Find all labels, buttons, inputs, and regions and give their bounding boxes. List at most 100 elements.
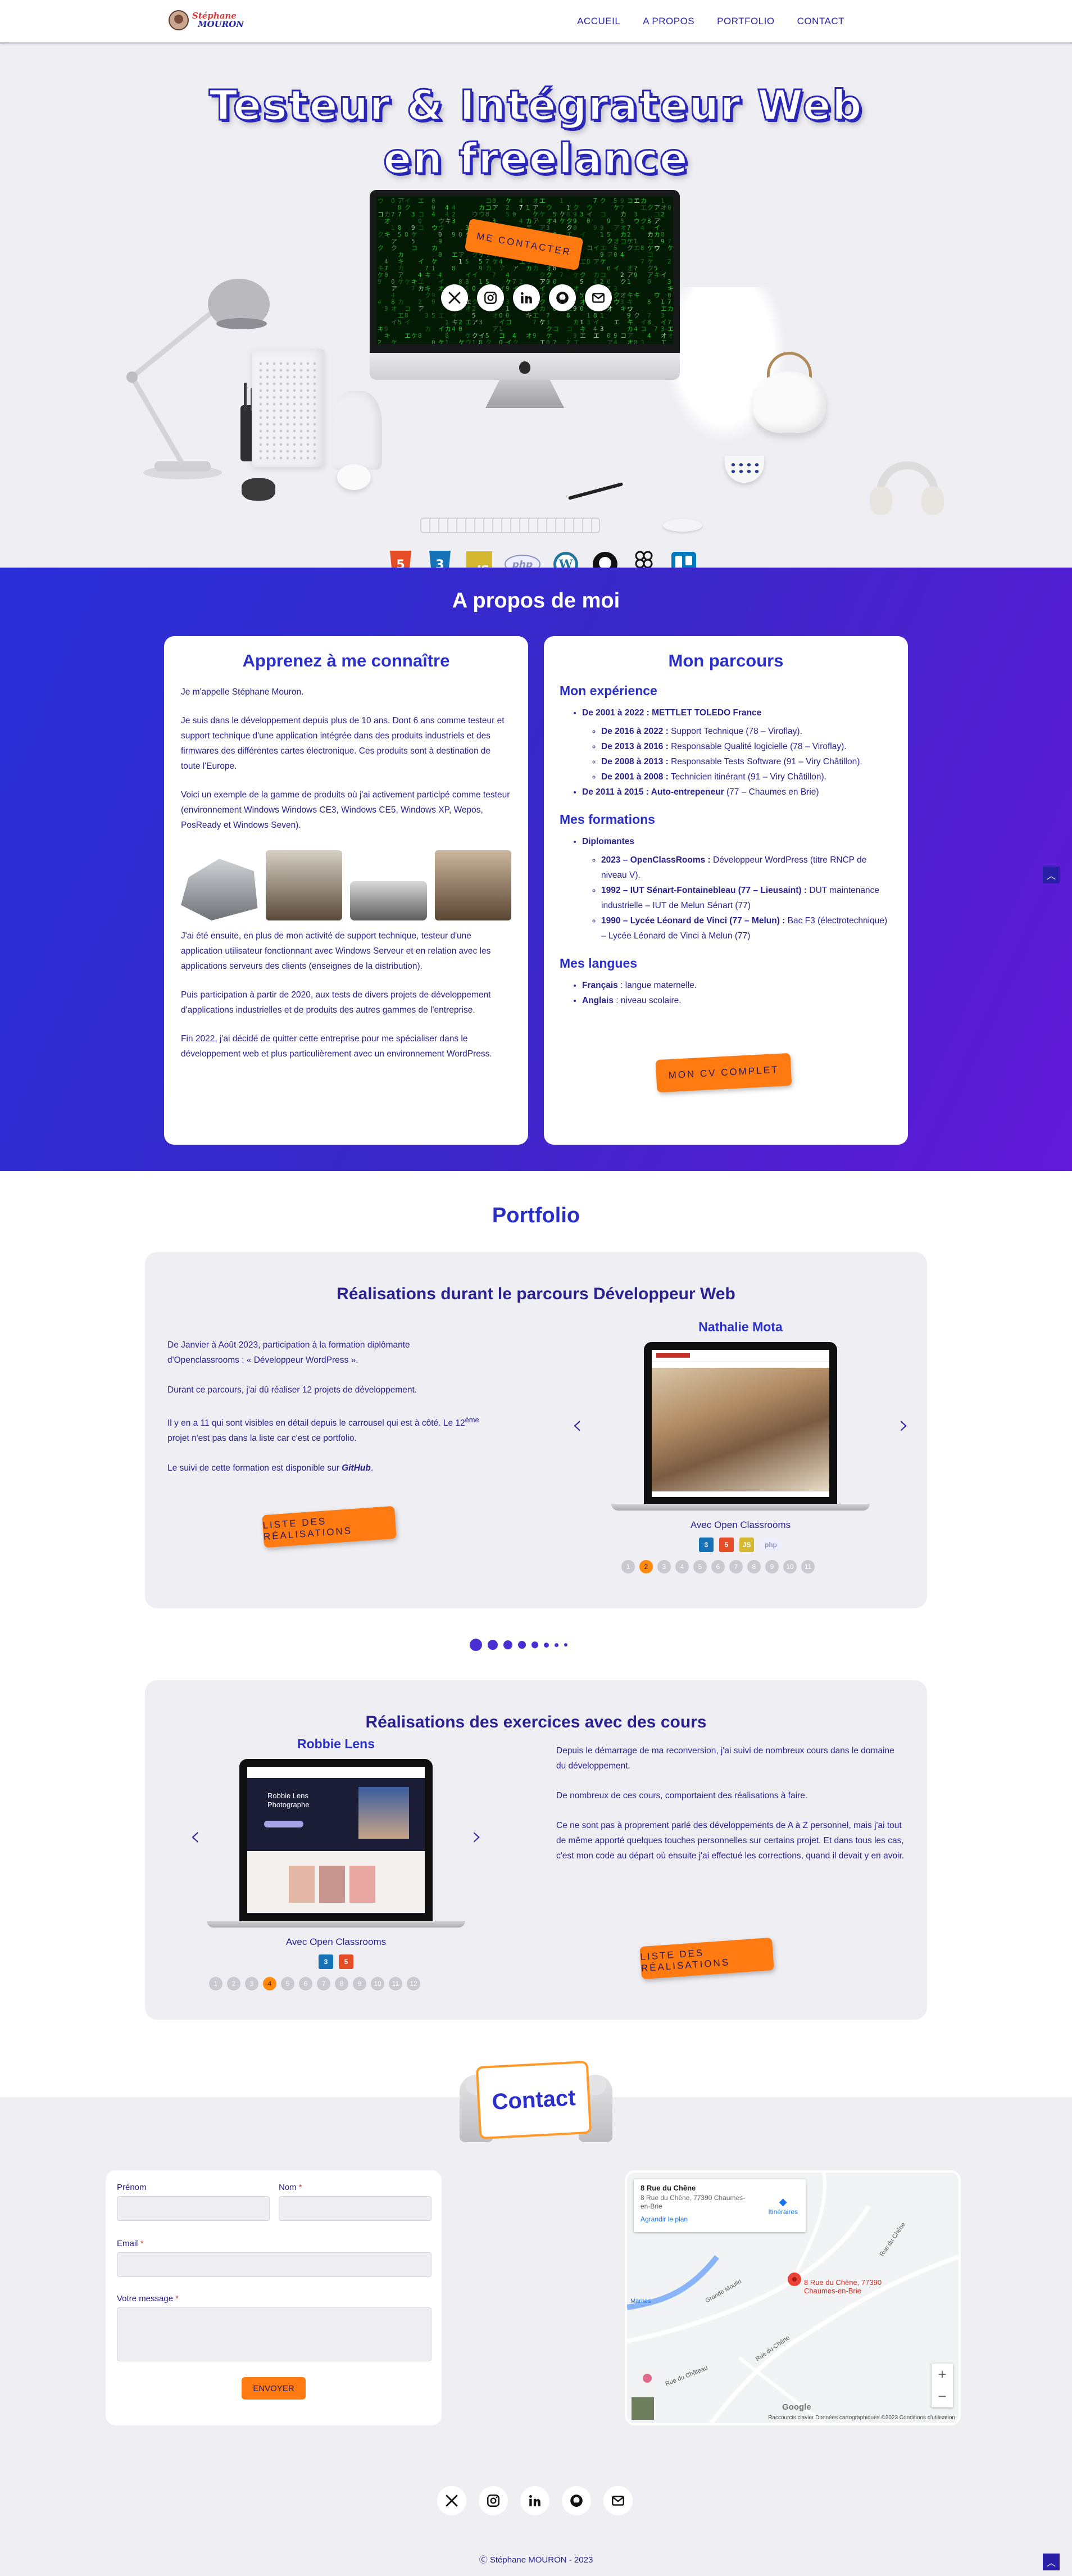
product-scale-image (181, 859, 258, 920)
instagram-icon[interactable] (477, 284, 504, 311)
about-paragraph: Je suis dans le développement depuis plu… (181, 716, 505, 771)
google-map[interactable]: Rue du Chêne Rue du Chêne Rue du Château… (627, 2173, 959, 2423)
carousel-page-dot[interactable]: 2 (227, 1977, 240, 1990)
instagram-icon[interactable] (479, 2486, 508, 2515)
linkedin-icon[interactable] (513, 284, 540, 311)
map-card: Rue du Chêne Rue du Chêne Rue du Château… (625, 2170, 961, 2425)
svg-text:エ: エ (580, 258, 586, 265)
github-link[interactable]: GitHub (342, 1463, 371, 1473)
carousel-page-dot[interactable]: 3 (657, 1560, 671, 1573)
svg-text:8: 8 (452, 265, 456, 272)
robbie-lens-screen-title: Robbie Lens Photographe (267, 1792, 310, 1809)
carousel-page-dot[interactable]: 7 (729, 1560, 743, 1573)
enlarge-map-link[interactable]: Agrandir le plan (641, 2215, 799, 2223)
carousel-page-dot[interactable]: 8 (747, 1560, 761, 1573)
carousel-page-dot[interactable]: 1 (209, 1977, 222, 1990)
carousel-page-dot[interactable]: 4 (675, 1560, 689, 1573)
send-button[interactable]: ENVOYER (242, 2377, 306, 2400)
html5-icon: 5 (719, 1538, 734, 1552)
carousel-page-dot[interactable]: 12 (407, 1977, 420, 1990)
github-icon[interactable] (549, 284, 576, 311)
training-carousel: Nathalie Mota ‹ › Avec Open Classrooms 3… (572, 1319, 909, 1589)
svg-text:3: 3 (546, 224, 550, 232)
svg-text:イ: イ (661, 271, 667, 279)
nav-portfolio[interactable]: PORTFOLIO (717, 16, 774, 27)
carousel-next-arrow[interactable]: › (899, 1409, 909, 1440)
full-cv-button[interactable]: MON CV COMPLET (655, 1053, 792, 1093)
svg-text:3: 3 (580, 211, 584, 218)
carousel-page-dot[interactable]: 5 (693, 1560, 707, 1573)
directions-link[interactable]: ◆ Itinéraires (768, 2196, 798, 2216)
project-laptop-preview (611, 1342, 870, 1511)
training-projects-list-button[interactable]: LISTE DES RÉALISATIONS (262, 1505, 397, 1548)
svg-text:ウ: ウ (634, 217, 640, 225)
email-field[interactable] (117, 2252, 431, 2277)
svg-text:カ: カ (425, 325, 431, 333)
svg-text:ア: ア (607, 251, 613, 258)
site-logo[interactable]: Stéphane MOURON (169, 10, 244, 30)
carousel-page-dot[interactable]: 11 (389, 1977, 402, 1990)
carousel-page-dot[interactable]: 10 (371, 1977, 384, 1990)
svg-text:0: 0 (667, 204, 671, 211)
carousel-page-dot[interactable]: 1 (621, 1560, 635, 1573)
carousel-page-dot[interactable]: 5 (281, 1977, 294, 1990)
back-to-top-button[interactable]: ︿ (1043, 2554, 1060, 2570)
svg-text:7: 7 (398, 211, 402, 218)
nav-a-propos[interactable]: A PROPOS (643, 16, 694, 27)
course-projects-list-button[interactable]: LISTE DES RÉALISATIONS (639, 1937, 774, 1980)
project-tech-icons: 3 5 (167, 1954, 505, 1969)
x-icon[interactable] (437, 2486, 466, 2515)
svg-text:ア: ア (607, 339, 613, 344)
carousel-page-dot[interactable]: 6 (711, 1560, 725, 1573)
svg-text:エ: エ (452, 251, 458, 258)
zoom-in-icon[interactable]: + (938, 2366, 946, 2383)
carousel-page-dot[interactable]: 10 (783, 1560, 797, 1573)
svg-text:3: 3 (600, 325, 604, 333)
hero-section: Testeur & Intégrateur Web en freelance ウ… (0, 46, 1072, 578)
svg-text:オ: オ (384, 217, 390, 225)
carousel-page-dot[interactable]: 9 (765, 1560, 779, 1573)
carousel-page-dot[interactable]: 2 (639, 1560, 653, 1573)
mail-icon[interactable] (603, 2486, 633, 2515)
first-name-input[interactable] (117, 2196, 270, 2221)
map-footer-links[interactable]: Raccourcis clavier Données cartographiqu… (768, 2415, 955, 2421)
svg-text:イ: イ (614, 265, 620, 272)
svg-text:ク: ク (425, 292, 431, 299)
svg-text:8: 8 (458, 231, 462, 238)
svg-text:ケ: ケ (539, 211, 546, 218)
carousel-page-dot[interactable]: 3 (245, 1977, 258, 1990)
svg-text:コ: コ (641, 325, 647, 333)
carousel-page-dot[interactable]: 7 (317, 1977, 330, 1990)
x-icon[interactable] (441, 284, 468, 311)
svg-text:ウ: ウ (614, 298, 620, 306)
back-to-top-button[interactable]: ︿ (1043, 867, 1060, 883)
carousel-page-dot[interactable]: 11 (801, 1560, 815, 1573)
svg-text:エ: エ (465, 319, 471, 326)
nav-accueil[interactable]: ACCUEIL (577, 16, 620, 27)
linkedin-icon[interactable] (520, 2486, 549, 2515)
carousel-page-dot[interactable]: 6 (299, 1977, 312, 1990)
last-name-input[interactable] (279, 2196, 431, 2221)
carousel-prev-arrow[interactable]: ‹ (572, 1409, 582, 1440)
svg-text:カ: カ (654, 231, 660, 238)
message-textarea[interactable] (117, 2307, 431, 2361)
carousel-prev-arrow[interactable]: ‹ (190, 1821, 200, 1851)
carousel-page-dot[interactable]: 4 (263, 1977, 276, 1990)
svg-text:9: 9 (634, 271, 638, 279)
about-paragraph: Fin 2022, j'ai décidé de quitter cette e… (181, 1034, 492, 1059)
github-icon[interactable] (562, 2486, 591, 2515)
svg-text:ウ: ウ (465, 339, 471, 344)
carousel-next-arrow[interactable]: › (472, 1821, 482, 1851)
svg-text:9: 9 (452, 231, 456, 238)
svg-text:ケ: ケ (560, 217, 566, 225)
zoom-out-icon[interactable]: − (938, 2388, 946, 2405)
svg-text:ク: ク (627, 244, 633, 252)
svg-text:1: 1 (431, 265, 435, 272)
svg-text:1: 1 (391, 224, 395, 232)
svg-text:エ: エ (614, 319, 620, 326)
nav-contact[interactable]: CONTACT (797, 16, 844, 27)
svg-text:ク: ク (620, 278, 626, 285)
mail-icon[interactable] (585, 284, 612, 311)
carousel-page-dot[interactable]: 9 (353, 1977, 366, 1990)
carousel-page-dot[interactable]: 8 (335, 1977, 348, 1990)
